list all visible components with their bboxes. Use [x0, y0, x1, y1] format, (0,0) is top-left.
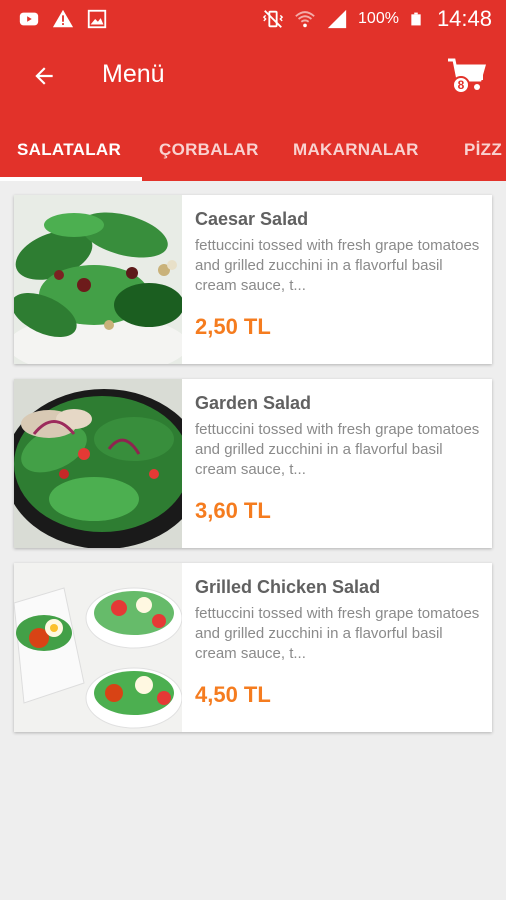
product-card-grilled-chicken-salad[interactable]: Grilled Chicken Salad fettuccini tossed … [14, 563, 492, 732]
product-list: Caesar Salad fettuccini tossed with fres… [14, 195, 492, 747]
back-button[interactable] [26, 58, 62, 94]
product-card-caesar-salad[interactable]: Caesar Salad fettuccini tossed with fres… [14, 195, 492, 364]
tab-indicator [0, 177, 142, 181]
category-tabs: SALATALAR ÇORBALAR MAKARNALAR PİZZ [0, 120, 506, 181]
toolbar: Menü 8 [0, 40, 506, 112]
product-description: fettuccini tossed with fresh grape tomat… [195, 237, 480, 294]
battery-icon [411, 12, 421, 26]
tab-salatalar[interactable]: SALATALAR [17, 140, 121, 160]
tab-makarnalar[interactable]: MAKARNALAR [293, 140, 419, 160]
product-image [14, 379, 182, 548]
signal-icon [327, 9, 347, 29]
product-image [14, 563, 182, 732]
product-description: fettuccini tossed with fresh grape tomat… [195, 605, 480, 662]
product-name: Grilled Chicken Salad [195, 577, 381, 597]
battery-percent: 100% [358, 10, 399, 27]
wifi-icon [295, 11, 315, 28]
tab-pizza[interactable]: PİZZ [464, 140, 502, 160]
product-price: 4,50 TL [195, 682, 271, 707]
product-price: 2,50 TL [195, 314, 271, 339]
cart-button[interactable]: 8 [444, 54, 488, 98]
product-name: Garden Salad [195, 393, 312, 413]
product-price: 3,60 TL [195, 498, 271, 523]
status-bar: 100% 14:48 [0, 0, 506, 38]
arrow-left-icon [35, 67, 53, 85]
app-header: 100% 14:48 Menü 8 SALATALAR ÇORBALAR MAK… [0, 0, 506, 181]
product-name: Caesar Salad [195, 209, 309, 229]
vibrate-icon [262, 10, 284, 28]
page-title: Menü [102, 60, 165, 88]
product-image [14, 195, 182, 364]
product-card-garden-salad[interactable]: Garden Salad fettuccini tossed with fres… [14, 379, 492, 548]
product-description: fettuccini tossed with fresh grape tomat… [195, 421, 480, 478]
cart-count-badge: 8 [452, 76, 470, 94]
warning-icon [52, 9, 74, 28]
gallery-icon [87, 9, 107, 29]
clock: 14:48 [436, 6, 492, 31]
tab-corbalar[interactable]: ÇORBALAR [159, 140, 259, 160]
youtube-icon [19, 12, 39, 26]
